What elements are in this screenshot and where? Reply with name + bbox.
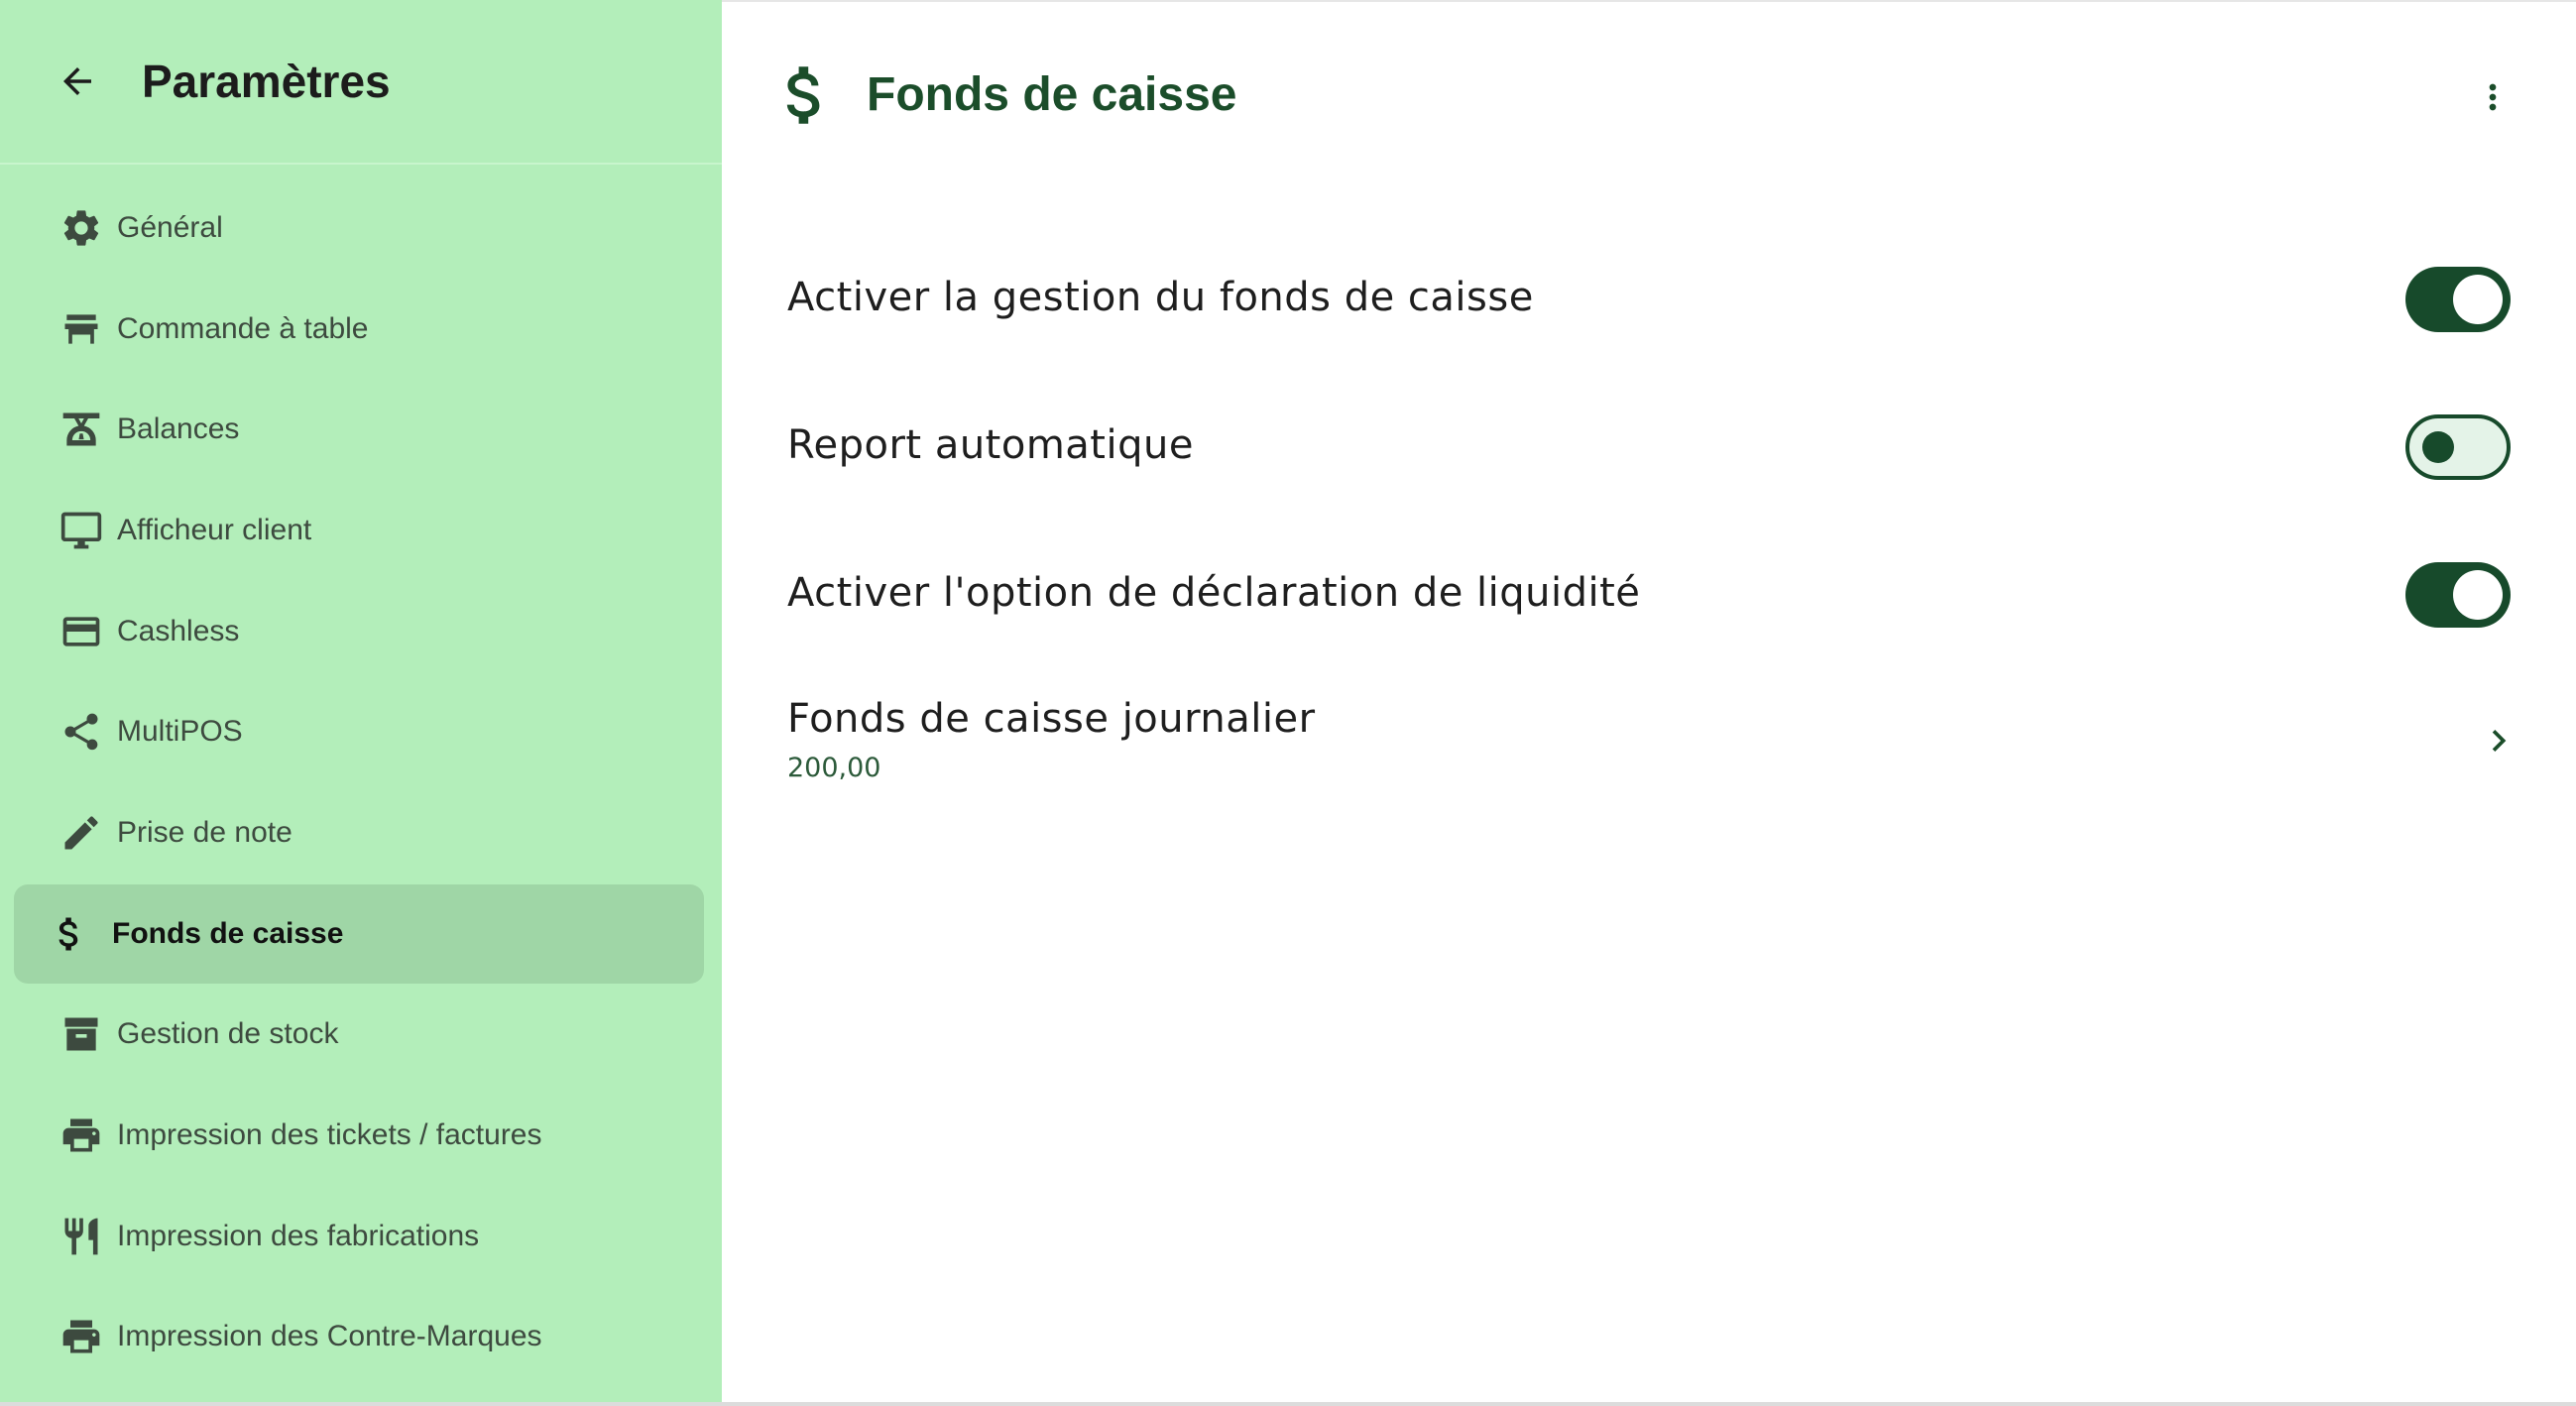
printer-icon [46, 1301, 117, 1372]
sidebar-item-label: Impression des tickets / factures [117, 1118, 542, 1151]
setting-cash-fund-management-label: Activer la gestion du fonds de caisse [787, 275, 1534, 320]
sidebar-item-label: Général [117, 211, 223, 244]
scale-icon [46, 394, 117, 465]
bottom-edge [0, 1402, 2576, 1406]
settings-sidebar: Paramètres Général Commande à table Bala… [0, 0, 722, 1406]
divider [722, 0, 2576, 2]
toggle-knob [2453, 275, 2503, 324]
credit-card-icon [46, 596, 117, 667]
page-title: Fonds de caisse [867, 68, 1237, 121]
dollar-icon [34, 898, 105, 970]
sidebar-item-label: MultiPOS [117, 715, 243, 748]
toggle-knob [2422, 431, 2454, 463]
cutlery-icon [46, 1201, 117, 1272]
sidebar-item-label: Cashless [117, 615, 240, 647]
setting-auto-carryover-label: Report automatique [787, 422, 1194, 468]
daily-cash-fund-value: 200,00 [787, 753, 881, 783]
sidebar-item-stock[interactable]: Gestion de stock [14, 985, 704, 1084]
sidebar-item-label: Impression des fabrications [117, 1220, 480, 1252]
monitor-icon [46, 495, 117, 566]
sidebar-item-label: Commande à table [117, 312, 369, 345]
toggle-knob [2453, 570, 2503, 620]
sidebar-item-multipos[interactable]: MultiPOS [14, 682, 704, 781]
sidebar-item-label: Gestion de stock [117, 1017, 339, 1050]
sidebar-item-scales[interactable]: Balances [14, 380, 704, 479]
more-vert-icon[interactable] [2465, 69, 2520, 125]
sidebar-title: Paramètres [142, 56, 391, 107]
sidebar-item-label: Afficheur client [117, 514, 312, 546]
sidebar-item-notes[interactable]: Prise de note [14, 783, 704, 882]
sidebar-item-cashless[interactable]: Cashless [14, 582, 704, 681]
setting-liquidity-declaration-label: Activer l'option de déclaration de liqui… [787, 570, 1641, 616]
sidebar-item-countermark-printing[interactable]: Impression des Contre-Marques [14, 1287, 704, 1386]
sidebar-item-general[interactable]: Général [14, 178, 704, 278]
sidebar-item-label: Prise de note [117, 816, 293, 849]
share-icon [46, 696, 117, 767]
table-icon [46, 293, 117, 365]
sidebar-item-table-order[interactable]: Commande à table [14, 280, 704, 379]
liquidity-declaration-toggle[interactable] [2405, 562, 2511, 628]
pencil-icon [46, 797, 117, 869]
sidebar-item-label: Balances [117, 412, 240, 445]
arrow-back-icon[interactable] [52, 56, 103, 107]
archive-icon [46, 998, 117, 1070]
gear-icon [46, 192, 117, 264]
sidebar-item-customer-display[interactable]: Afficheur client [14, 481, 704, 580]
dollar-icon [777, 63, 833, 127]
chevron-right-icon[interactable] [2477, 719, 2520, 762]
sidebar-item-kitchen-printing[interactable]: Impression des fabrications [14, 1187, 704, 1286]
sidebar-item-label: Fonds de caisse [112, 917, 344, 950]
daily-cash-fund-label[interactable]: Fonds de caisse journalier [787, 696, 1316, 742]
printer-icon [46, 1100, 117, 1171]
sidebar-item-ticket-printing[interactable]: Impression des tickets / factures [14, 1086, 704, 1185]
sidebar-header: Paramètres [0, 0, 722, 165]
sidebar-item-cash-fund[interactable]: Fonds de caisse [14, 884, 704, 984]
cash-fund-management-toggle[interactable] [2405, 267, 2511, 332]
settings-content: Fonds de caisse Activer la gestion du fo… [722, 0, 2576, 1406]
auto-carryover-toggle[interactable] [2405, 414, 2511, 480]
sidebar-item-label: Impression des Contre-Marques [117, 1320, 542, 1352]
